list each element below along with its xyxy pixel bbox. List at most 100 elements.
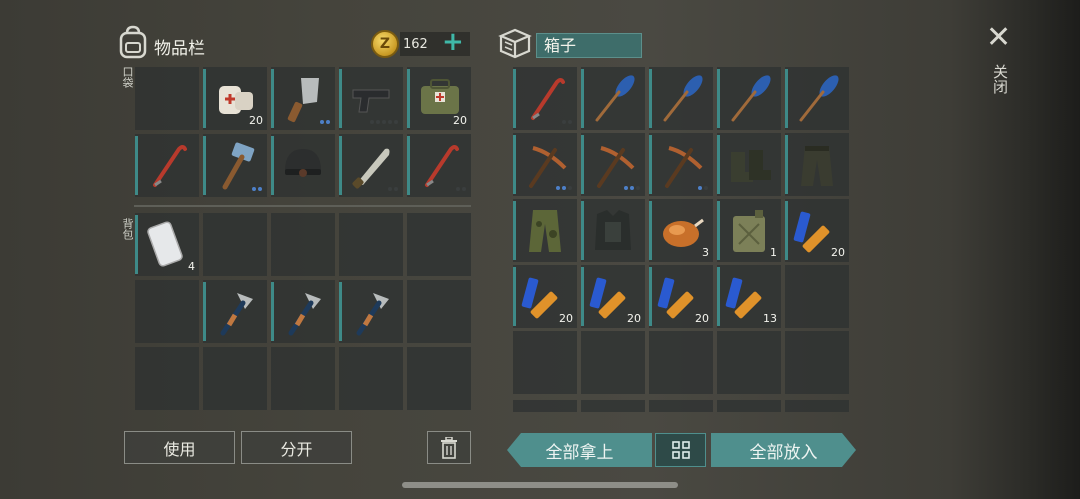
box-slot[interactable]: 20 — [581, 265, 645, 328]
trash-button[interactable] — [427, 431, 471, 464]
upgrade-dots — [388, 187, 398, 191]
box-slot[interactable]: 20 — [785, 199, 849, 262]
paddle-icon — [595, 75, 635, 122]
backpack-slot[interactable] — [135, 280, 199, 343]
backpack-slot[interactable] — [203, 280, 267, 343]
item-quantity: 3 — [702, 246, 709, 259]
backpack-slot[interactable] — [203, 213, 267, 276]
box-slot[interactable] — [717, 67, 781, 130]
item-quantity: 13 — [763, 312, 777, 325]
add-coins-button[interactable]: + — [442, 28, 464, 56]
crowbar-icon — [153, 145, 187, 187]
durability-bar — [581, 201, 584, 260]
box-slot[interactable] — [785, 67, 849, 130]
close-icon[interactable]: ✕ — [986, 23, 1011, 53]
box-slot[interactable] — [581, 331, 645, 394]
durability-bar — [203, 282, 206, 341]
split-label: 分开 — [280, 439, 313, 459]
durability-bar — [785, 69, 788, 128]
item-quantity: 4 — [188, 260, 195, 273]
box-slot[interactable] — [785, 400, 849, 412]
backpack-slot[interactable] — [135, 347, 199, 410]
backpack-slot[interactable] — [271, 280, 335, 343]
box-slot[interactable] — [649, 400, 713, 412]
close-label[interactable]: 关闭 — [990, 64, 1011, 94]
durability-bar — [717, 135, 720, 194]
jerrycan-icon — [733, 210, 765, 252]
durability-bar — [717, 69, 720, 128]
pocket-slot[interactable] — [339, 134, 403, 197]
backpack-slot[interactable] — [407, 213, 471, 276]
box-slot[interactable] — [649, 331, 713, 394]
machete-icon — [352, 148, 390, 189]
pocket-slot[interactable] — [135, 134, 199, 197]
sledgehammer-icon — [222, 142, 255, 190]
pocket-slot[interactable] — [203, 134, 267, 197]
durability-bar — [513, 69, 516, 128]
item-quantity: 1 — [770, 246, 777, 259]
pocket-slot[interactable] — [135, 67, 199, 130]
pocket-slot[interactable] — [271, 134, 335, 197]
backpack-slot[interactable] — [339, 280, 403, 343]
durability-bar — [339, 136, 342, 195]
box-slot[interactable] — [581, 67, 645, 130]
box-slot[interactable] — [649, 133, 713, 196]
item-quantity: 20 — [559, 312, 573, 325]
take-all-label: 全部拿上 — [545, 442, 614, 463]
box-slot[interactable] — [513, 199, 577, 262]
item-quantity: 20 — [695, 312, 709, 325]
item-quantity: 20 — [453, 114, 467, 127]
backpack-slot[interactable] — [407, 280, 471, 343]
box-slot[interactable] — [717, 331, 781, 394]
box-slot[interactable] — [785, 133, 849, 196]
split-button[interactable]: 分开 — [241, 431, 352, 464]
box-slot[interactable] — [513, 400, 577, 412]
use-button[interactable]: 使用 — [124, 431, 235, 464]
box-slot[interactable]: 1 — [717, 199, 781, 262]
pickaxe-icon — [529, 146, 567, 188]
upgrade-dots — [556, 186, 572, 190]
crowbar-icon — [531, 78, 565, 120]
durability-bar — [581, 267, 584, 326]
boots-icon — [731, 150, 771, 182]
box-slot[interactable] — [649, 67, 713, 130]
upgrade-dots — [320, 120, 330, 124]
upgrade-dots — [370, 120, 398, 124]
durability-bar — [581, 135, 584, 194]
box-slot[interactable] — [581, 133, 645, 196]
backpack-slot[interactable] — [339, 213, 403, 276]
box-slot[interactable]: 3 — [649, 199, 713, 262]
durability-bar — [581, 69, 584, 128]
box-slot[interactable] — [581, 400, 645, 412]
put-all-button[interactable]: 全部放入 — [711, 433, 856, 467]
pocket-slot[interactable]: 20 — [203, 67, 267, 130]
upgrade-dots — [456, 187, 466, 191]
pants-icon — [801, 146, 833, 186]
box-slot[interactable] — [785, 265, 849, 328]
box-slot[interactable] — [513, 133, 577, 196]
pocket-slot[interactable] — [339, 67, 403, 130]
box-slot[interactable] — [717, 133, 781, 196]
box-slot[interactable] — [581, 199, 645, 262]
durability-bar — [271, 282, 274, 341]
box-slot[interactable]: 20 — [513, 265, 577, 328]
box-slot[interactable]: 13 — [717, 265, 781, 328]
sort-button[interactable] — [655, 433, 706, 467]
backpack-slot[interactable] — [271, 213, 335, 276]
backpack-slot[interactable] — [271, 347, 335, 410]
durability-bar — [271, 136, 274, 195]
take-all-button[interactable]: 全部拿上 — [507, 433, 652, 467]
box-slot[interactable]: 20 — [649, 265, 713, 328]
backpack-slot[interactable] — [407, 347, 471, 410]
pocket-slot[interactable] — [271, 67, 335, 130]
box-slot[interactable] — [513, 67, 577, 130]
box-slot[interactable] — [717, 400, 781, 412]
pocket-slot[interactable] — [407, 134, 471, 197]
pocket-slot[interactable]: 20 — [407, 67, 471, 130]
backpack-slot[interactable] — [203, 347, 267, 410]
backpack-icon — [117, 25, 149, 59]
backpack-slot[interactable]: 4 — [135, 213, 199, 276]
backpack-slot[interactable] — [339, 347, 403, 410]
box-slot[interactable] — [513, 331, 577, 394]
box-slot[interactable] — [785, 331, 849, 394]
